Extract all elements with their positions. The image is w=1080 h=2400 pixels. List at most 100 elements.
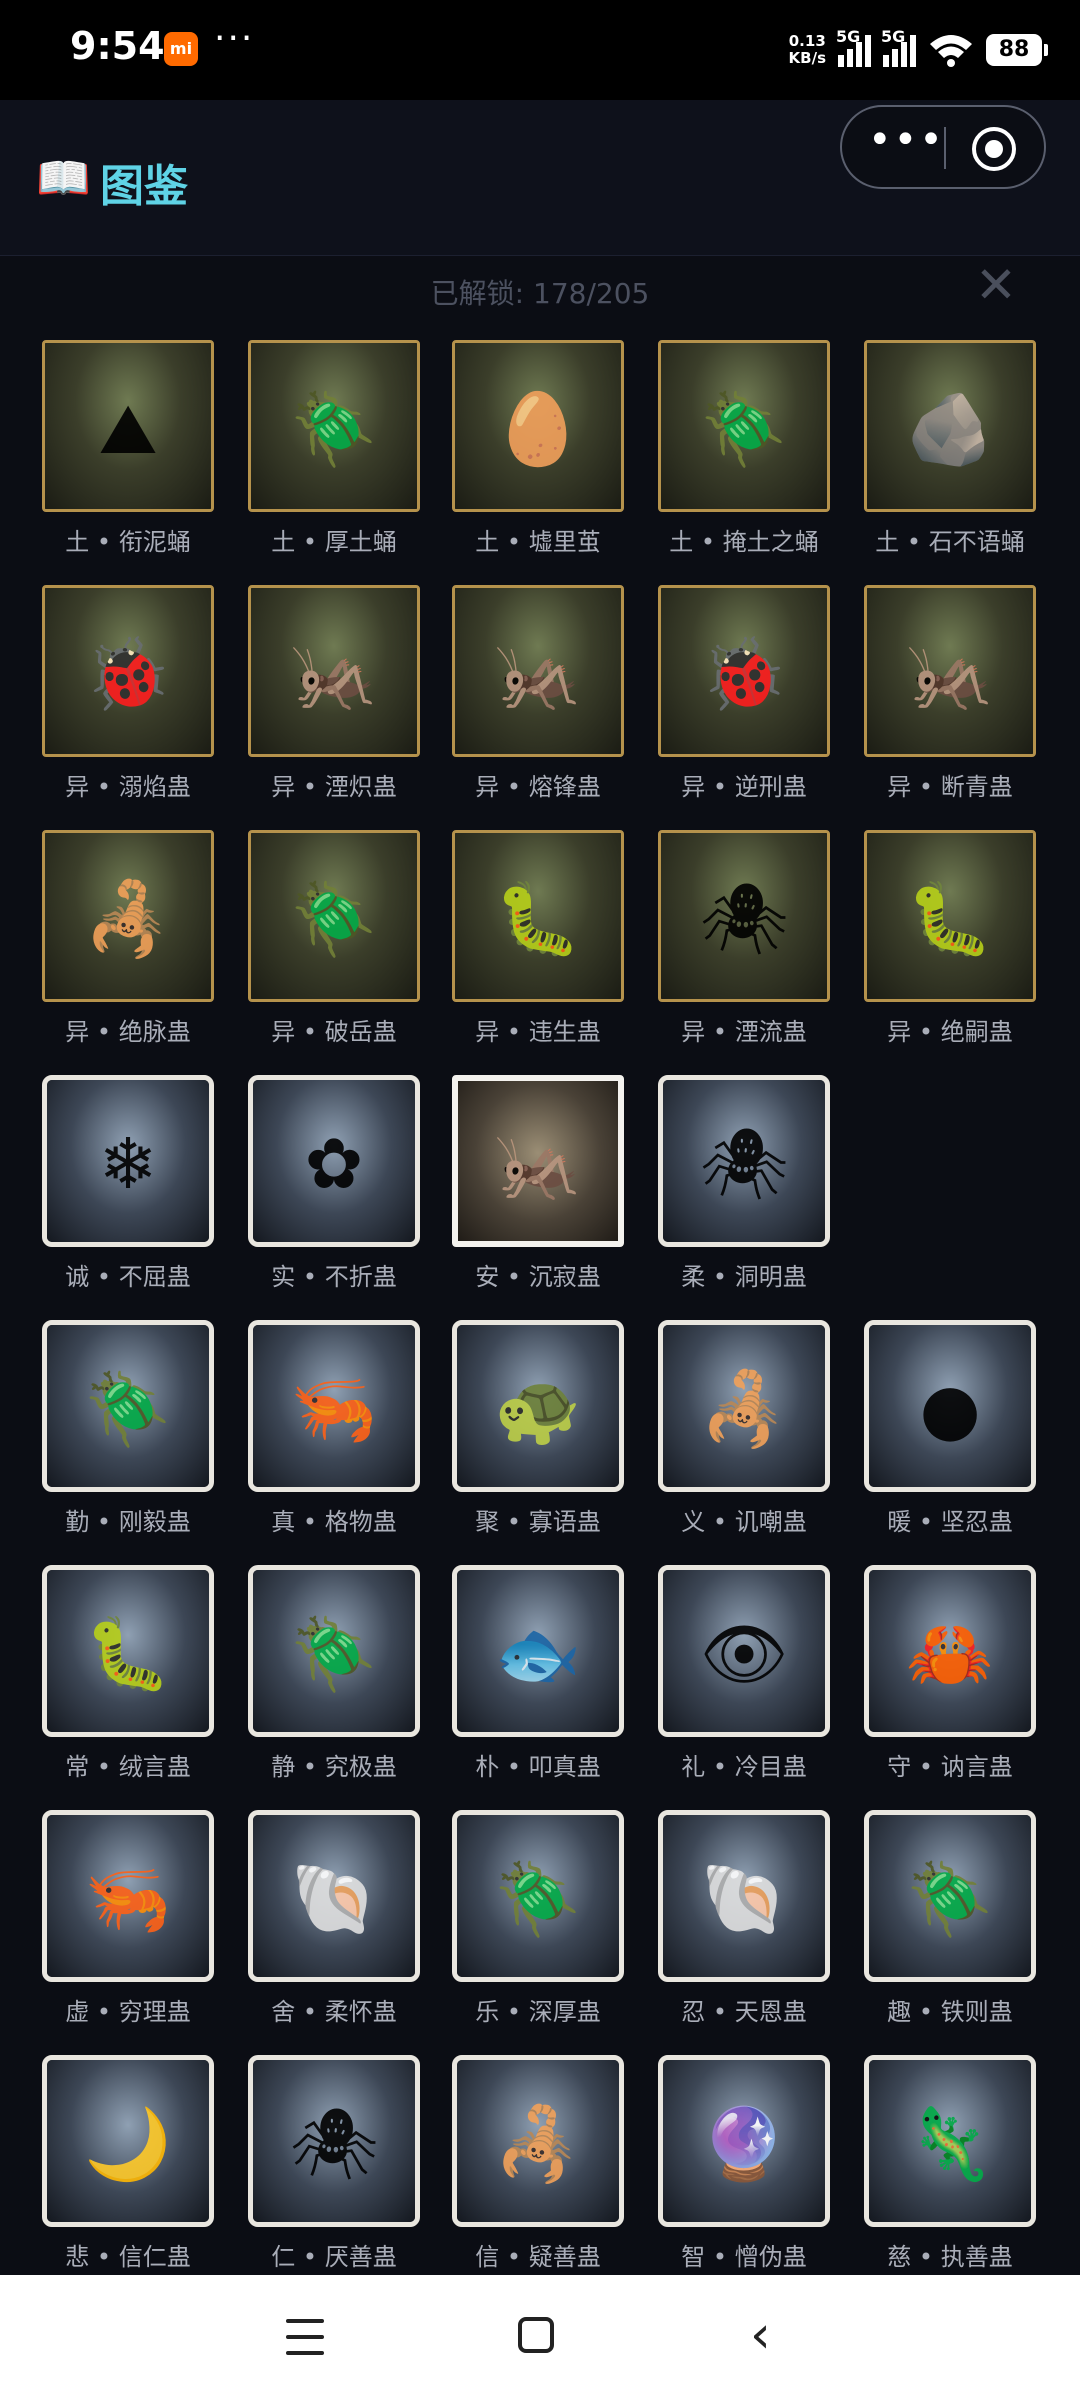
collection-entry[interactable]: 🦗 异 • 湮炽蛊	[248, 585, 424, 802]
entry-card[interactable]: 🐚	[248, 1810, 420, 1982]
entry-card[interactable]: 🐛	[864, 830, 1036, 1002]
entry-artwork: 🦐	[47, 1815, 209, 1977]
entry-card[interactable]: ⛰	[42, 340, 214, 512]
entry-label: 土 • 衔泥蛹	[65, 528, 191, 556]
entry-label: 真 • 格物蛊	[271, 1508, 397, 1536]
collection-entry[interactable]: 🦐 虚 • 穷理蛊	[42, 1810, 218, 2027]
entry-card[interactable]: 🦂	[452, 2055, 624, 2227]
entry-card[interactable]: 🦂	[658, 1320, 830, 1492]
collection-entry[interactable]: 🪨 土 • 石不语蛹	[864, 340, 1040, 557]
collection-entry[interactable]: 🦂 异 • 绝脉蛊	[42, 830, 218, 1047]
entry-card[interactable]: 🐛	[452, 830, 624, 1002]
entry-card[interactable]: 🦐	[42, 1810, 214, 1982]
collection-entry[interactable]: 🦂 义 • 讥嘲蛊	[658, 1320, 834, 1537]
collection-entry[interactable]: 🐛 常 • 绒言蛊	[42, 1565, 218, 1782]
collection-entry[interactable]: 🦐 真 • 格物蛊	[248, 1320, 424, 1537]
collection-entry[interactable]: 🐞 异 • 逆刑蛊	[658, 585, 834, 802]
collection-entry[interactable]: 🦎 慈 • 执善蛊	[864, 2055, 1040, 2272]
entry-card[interactable]: 🐞	[658, 585, 830, 757]
entry-card[interactable]: 🕷	[658, 1075, 830, 1247]
home-icon[interactable]	[518, 2317, 554, 2353]
collection-entry[interactable]: 🪲 趣 • 铁则蛊	[864, 1810, 1040, 2027]
entry-card[interactable]: 🪲	[248, 340, 420, 512]
entry-card[interactable]: 🕷	[248, 2055, 420, 2227]
entry-artwork: 👁	[663, 1570, 825, 1732]
entry-label: 守 • 讷言蛊	[887, 1753, 1013, 1781]
entry-card[interactable]: ❄	[42, 1075, 214, 1247]
entry-artwork: 🪲	[661, 343, 827, 509]
collection-entry[interactable]: 🪲 乐 • 深厚蛊	[452, 1810, 628, 2027]
network-speed-value: 0.13	[788, 32, 826, 50]
collection-entry[interactable]: 🦂 信 • 疑善蛊	[452, 2055, 628, 2272]
entry-card[interactable]: 🪲	[248, 1565, 420, 1737]
larva-icon: 🐛	[494, 878, 582, 961]
entry-card[interactable]: 🪲	[452, 1810, 624, 1982]
collection-entry[interactable]: 🦗 异 • 熔锋蛊	[452, 585, 628, 802]
collection-entry[interactable]: 🕷 柔 • 洞明蛊	[658, 1075, 834, 1292]
collection-entry[interactable]: ⛰ 土 • 衔泥蛹	[42, 340, 218, 557]
unlock-progress: 已解锁: 178/205	[430, 277, 650, 310]
collection-entry[interactable]: 🪲 静 • 究极蛊	[248, 1565, 424, 1782]
collection-entry[interactable]: ✿ 实 • 不折蛊	[248, 1075, 424, 1292]
collection-entry[interactable]: 🦀 守 • 讷言蛊	[864, 1565, 1040, 1782]
collection-entry[interactable]: 🕷 异 • 湮流蛊	[658, 830, 834, 1047]
entry-card[interactable]: 🐟	[452, 1565, 624, 1737]
entry-card[interactable]: 🕷	[658, 830, 830, 1002]
entry-label: 虚 • 穷理蛊	[65, 1998, 191, 2026]
collection-entry[interactable]: 🪲 土 • 厚土蛹	[248, 340, 424, 557]
entry-card[interactable]: 🪲	[248, 830, 420, 1002]
entry-card[interactable]: ✿	[248, 1075, 420, 1247]
entry-card[interactable]: 🐛	[42, 1565, 214, 1737]
entry-card[interactable]: 🐞	[42, 585, 214, 757]
collection-entry[interactable]: 🌙 悲 • 信仁蛊	[42, 2055, 218, 2272]
collection-entry[interactable]: 🪲 土 • 掩土之蛹	[658, 340, 834, 557]
collection-entry[interactable]: 🪲 异 • 破岳蛊	[248, 830, 424, 1047]
collection-entry[interactable]: 🪲 勤 • 刚毅蛊	[42, 1320, 218, 1537]
pupa-icon: 🪲	[290, 388, 378, 471]
collection-entry[interactable]: 🔮 智 • 憎伪蛊	[658, 2055, 834, 2272]
collection-entry[interactable]: 🕷 仁 • 厌善蛊	[248, 2055, 424, 2272]
collection-entry[interactable]: 🥚 土 • 墟里茧	[452, 340, 628, 557]
collection-entry[interactable]: 🐟 朴 • 叩真蛊	[452, 1565, 628, 1782]
collection-entry[interactable]: 🐚 舍 • 柔怀蛊	[248, 1810, 424, 2027]
entry-card[interactable]: 🦀	[864, 1565, 1036, 1737]
entry-card[interactable]: 🪲	[864, 1810, 1036, 1982]
collection-entry[interactable]: ● 暖 • 坚忍蛊	[864, 1320, 1040, 1537]
entry-card[interactable]: 🐚	[658, 1810, 830, 1982]
entry-card[interactable]: 🦂	[42, 830, 214, 1002]
back-icon[interactable]: ‹	[750, 2309, 771, 2361]
collection-entry[interactable]: 🐢 聚 • 寡语蛊	[452, 1320, 628, 1537]
entry-card[interactable]: 🪨	[864, 340, 1036, 512]
menu-icon[interactable]	[286, 2319, 324, 2355]
cocoon-icon: ⛰	[98, 388, 158, 471]
collection-entry[interactable]: 🐚 忍 • 天恩蛊	[658, 1810, 834, 2027]
entry-card[interactable]: 🦗	[452, 585, 624, 757]
cocoon-icon: 🥚	[494, 388, 582, 471]
entry-card[interactable]: 🪲	[42, 1320, 214, 1492]
entry-card[interactable]: 🦗	[248, 585, 420, 757]
entry-label: 忍 • 天恩蛊	[681, 1998, 807, 2026]
collection-entry[interactable]: 🦗 异 • 断青蛊	[864, 585, 1040, 802]
entry-card[interactable]: 🦗	[864, 585, 1036, 757]
collection-entry[interactable]: 🐞 异 • 溺焰蛊	[42, 585, 218, 802]
entry-card[interactable]: 🦎	[864, 2055, 1036, 2227]
entry-card[interactable]: 👁	[658, 1565, 830, 1737]
entry-artwork: 🐟	[457, 1570, 619, 1732]
collection-entry[interactable]: 👁 礼 • 冷目蛊	[658, 1565, 834, 1782]
entry-card[interactable]: 🪲	[658, 340, 830, 512]
more-options-button[interactable]: •••	[868, 117, 945, 163]
entry-card[interactable]: 🦐	[248, 1320, 420, 1492]
exit-target-button[interactable]	[972, 127, 1016, 171]
entry-card[interactable]: ●	[864, 1320, 1036, 1492]
entry-card[interactable]: 🦗	[452, 1075, 624, 1247]
entry-card[interactable]: 🥚	[452, 340, 624, 512]
entry-card[interactable]: 🐢	[452, 1320, 624, 1492]
glow-larva-icon: 🌙	[84, 2103, 172, 2186]
entry-artwork: 🐛	[47, 1570, 209, 1732]
collection-entry[interactable]: 🐛 异 • 绝嗣蛊	[864, 830, 1040, 1047]
collection-entry[interactable]: 🦗 安 • 沉寂蛊	[452, 1075, 628, 1292]
collection-entry[interactable]: 🐛 异 • 违生蛊	[452, 830, 628, 1047]
collection-entry[interactable]: ❄ 诚 • 不屈蛊	[42, 1075, 218, 1292]
entry-card[interactable]: 🔮	[658, 2055, 830, 2227]
entry-card[interactable]: 🌙	[42, 2055, 214, 2227]
